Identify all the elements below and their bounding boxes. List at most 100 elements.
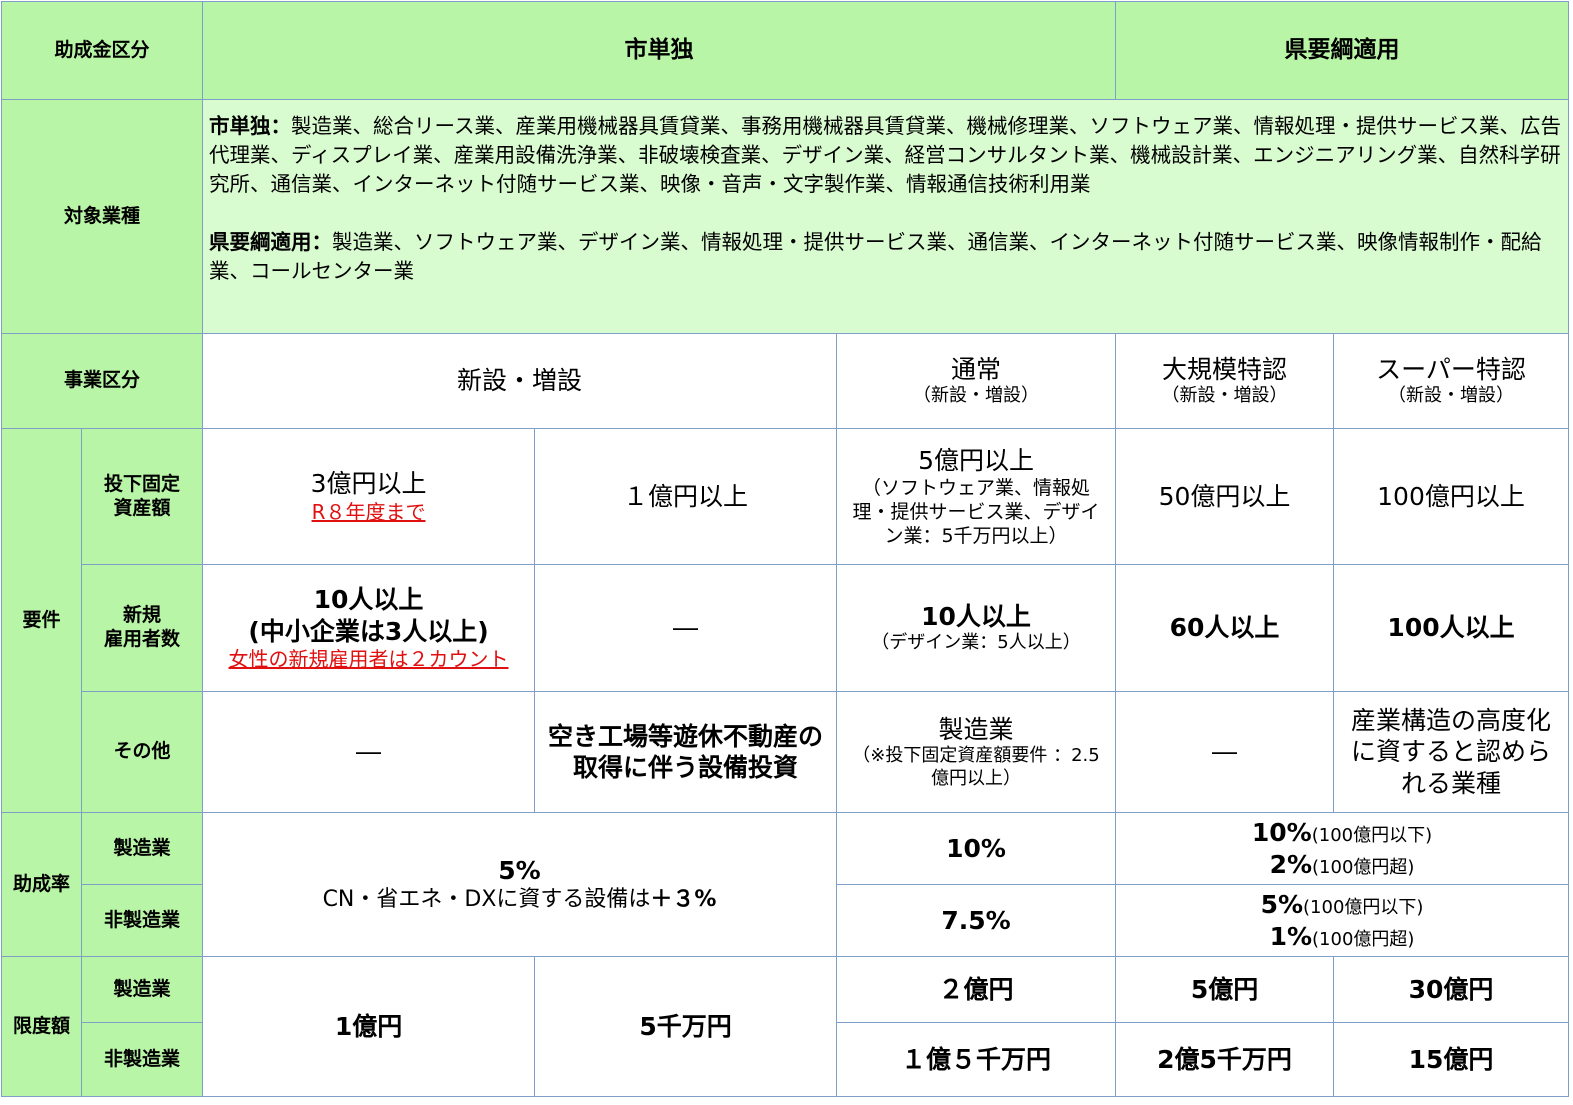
city-industries: 市単独：製造業、総合リース業、産業用機械器具賃貸業、事務用機械器具賃貸業、機械修…: [209, 112, 1562, 199]
rate-city-main: 5%: [498, 856, 541, 886]
hiring-c2: ―: [534, 564, 838, 692]
hiring-large: 60人以上: [1115, 564, 1335, 692]
other-normal-value: 製造業: [938, 714, 1014, 744]
business-city: 新設・増設: [202, 333, 838, 429]
other-large: ―: [1115, 691, 1335, 813]
city-industries-title: 市単独：: [209, 114, 292, 138]
rate-nonmfg-label: 非製造業: [80, 884, 204, 957]
limit-mfg-label: 製造業: [80, 956, 204, 1023]
rate-city: 5% CN・省エネ・DXに資する設備は＋３%: [202, 812, 838, 957]
business-super-title: スーパー特認: [1376, 355, 1526, 385]
business-large: 大規模特認 （新設・増設）: [1115, 333, 1335, 429]
requirements-label: 要件: [1, 428, 82, 813]
hiring-c1-line2: (中小企業は3人以上): [248, 616, 489, 646]
other-row: その他 ― 空き工場等遊休不動産の取得に伴う設備投資 製造業 （※投下固定資産額要…: [2, 691, 1570, 813]
rate-normal-nonmfg: 7.5%: [836, 884, 1117, 957]
hiring-normal-value: 10人以上: [921, 602, 1031, 632]
limit-super-mfg: 30億円: [1333, 956, 1570, 1023]
limit-label: 限度額: [1, 956, 82, 1097]
rate-pref-nonmfg-line1: 5%(100億円以下): [1120, 889, 1564, 920]
limit-super-nonmfg: 15億円: [1333, 1022, 1570, 1097]
rate-mfg-row: 助成率 製造業 5% CN・省エネ・DXに資する設備は＋３% 10% 10%(1…: [1, 812, 1570, 957]
investment-c2: １億円以上: [534, 428, 838, 565]
business-super: スーパー特認 （新設・増設）: [1333, 333, 1570, 429]
investment-normal-value: 5億円以上: [918, 445, 1034, 475]
hiring-label: 新規 雇用者数: [80, 564, 204, 692]
rate-pref-nonmfg: 5%(100億円以下) 1%(100億円超): [1115, 884, 1570, 957]
investment-row: 要件 投下固定 資産額 3億円以上 R８年度まで １億円以上 5億円以上 （ソフトウェ…: [1, 428, 1570, 813]
other-normal-note: （※投下固定資産額要件 ：2.5億円以上）: [852, 745, 1100, 789]
rate-pref-nonmfg-a: 5%: [1260, 890, 1304, 920]
hiring-c1-note: 女性の新規雇用者は２カウント: [228, 646, 509, 671]
investment-super: 100億円以上: [1333, 428, 1570, 565]
investment-label: 投下固定 資産額: [80, 428, 204, 565]
limit-nonmfg-label: 非製造業: [80, 1022, 204, 1097]
rate-city-note: CN・省エネ・DXに資する設備は: [322, 887, 651, 913]
investment-c1-value: 3億円以上: [310, 469, 427, 499]
rate-pref-mfg-a-note: (100億円以下): [1311, 825, 1433, 847]
business-normal-sub: （新設・増設）: [913, 385, 1040, 407]
rate-label: 助成率: [1, 812, 82, 957]
investment-label-line1: 投下固定: [104, 472, 181, 495]
city-industries-text: 製造業、総合リース業、産業用機械器具賃貸業、事務用機械器具賃貸業、機械修理業、ソ…: [209, 114, 1561, 196]
investment-normal: 5億円以上 （ソフトウェア業、情報処理・提供サービス業、デザイン業：5千万円以上）: [836, 428, 1117, 565]
category-label: 助成金区分: [0, 1, 204, 100]
business-large-title: 大規模特認: [1162, 355, 1288, 385]
prefecture-header: 県要綱適用: [1115, 1, 1570, 100]
industries-label: 対象業種: [0, 99, 204, 334]
hiring-normal: 10人以上 （デザイン業：5人以上）: [836, 564, 1117, 692]
other-label: その他: [80, 691, 204, 813]
other-normal: 製造業 （※投下固定資産額要件 ：2.5億円以上）: [836, 691, 1117, 813]
pref-industries-text: 製造業、ソフトウェア業、デザイン業、情報処理・提供サービス業、通信業、インターネ…: [209, 230, 1542, 283]
business-normal: 通常 （新設・増設）: [836, 333, 1117, 429]
pref-industries: 県要綱適用：製造業、ソフトウェア業、デザイン業、情報処理・提供サービス業、通信業…: [209, 228, 1562, 286]
rate-pref-nonmfg-line2: 1%(100億円超): [1120, 921, 1564, 952]
hiring-super: 100人以上: [1333, 564, 1570, 692]
limit-large-nonmfg: 2億5千万円: [1115, 1022, 1335, 1097]
investment-c1-note: R８年度まで: [311, 499, 426, 524]
other-c2: 空き工場等遊休不動産の取得に伴う設備投資: [534, 691, 838, 813]
industries-cell: 市単独：製造業、総合リース業、産業用機械器具賃貸業、事務用機械器具賃貸業、機械修…: [202, 99, 1570, 334]
investment-c1: 3億円以上 R８年度まで: [202, 428, 536, 565]
investment-label-line2: 資産額: [113, 496, 171, 519]
business-large-sub: （新設・増設）: [1161, 385, 1288, 407]
rate-pref-mfg-b: 2%: [1269, 849, 1313, 879]
hiring-row: 新規 雇用者数 10人以上 (中小企業は3人以上) 女性の新規雇用者は２カウント ― …: [2, 564, 1570, 692]
other-super: 産業構造の高度化に資すると認められる業種: [1333, 691, 1570, 813]
rate-pref-nonmfg-a-note: (100億円以下): [1303, 897, 1424, 919]
investment-normal-note: （ソフトウェア業、情報処理・提供サービス業、デザイン業：5千万円以上）: [852, 477, 1100, 548]
rate-pref-nonmfg-b-note: (100億円超): [1312, 928, 1415, 950]
limit-large-mfg: 5億円: [1115, 956, 1335, 1023]
rate-pref-mfg-a: 10%: [1251, 818, 1312, 848]
limit-mfg-row: 限度額 製造業 1億円 5千万円 ２億円 5億円 30億円: [1, 956, 1570, 1097]
pref-industries-title: 県要綱適用：: [209, 230, 333, 254]
header-row: 助成金区分 市単独 県要綱適用: [0, 1, 1570, 100]
rate-city-bonus: ＋３%: [650, 887, 717, 913]
rate-city-note-line: CN・省エネ・DXに資する設備は＋３%: [207, 886, 832, 914]
limit-c2: 5千万円: [534, 956, 838, 1097]
limit-normal-nonmfg: １億５千万円: [836, 1022, 1117, 1097]
business-label: 事業区分: [0, 333, 204, 429]
hiring-c1-line1: 10人以上: [313, 585, 424, 615]
rate-pref-mfg: 10%(100億円以下) 2%(100億円超): [1115, 812, 1570, 885]
rate-normal-mfg: 10%: [836, 812, 1117, 885]
limit-c1: 1億円: [202, 956, 536, 1097]
hiring-c1: 10人以上 (中小企業は3人以上) 女性の新規雇用者は２カウント: [202, 564, 536, 692]
business-normal-title: 通常: [951, 355, 1002, 385]
industries-row: 対象業種 市単独：製造業、総合リース業、産業用機械器具賃貸業、事務用機械器具賃貸…: [0, 99, 1570, 334]
rate-pref-mfg-line2: 2%(100億円超): [1120, 849, 1564, 880]
hiring-label-line1: 新規: [123, 604, 162, 627]
other-c1: ―: [202, 691, 536, 813]
rate-pref-mfg-b-note: (100億円超): [1312, 856, 1415, 878]
hiring-normal-note: （デザイン業：5人以上）: [871, 632, 1081, 654]
business-row: 事業区分 新設・増設 通常 （新設・増設） 大規模特認 （新設・増設） スーパー特認…: [0, 333, 1570, 429]
rate-pref-mfg-line1: 10%(100億円以下): [1120, 817, 1564, 848]
investment-large: 50億円以上: [1115, 428, 1335, 565]
subsidy-table: 助成金区分 市単独 県要綱適用 対象業種 市単独：製造業、総合リース業、産業用機…: [0, 1, 1570, 1097]
hiring-label-line2: 雇用者数: [104, 628, 181, 650]
business-super-sub: （新設・増設）: [1388, 385, 1515, 407]
city-only-header: 市単独: [202, 1, 1117, 100]
rate-mfg-label: 製造業: [80, 812, 204, 885]
rate-pref-nonmfg-b: 1%: [1269, 921, 1313, 951]
limit-normal-mfg: ２億円: [836, 956, 1117, 1023]
